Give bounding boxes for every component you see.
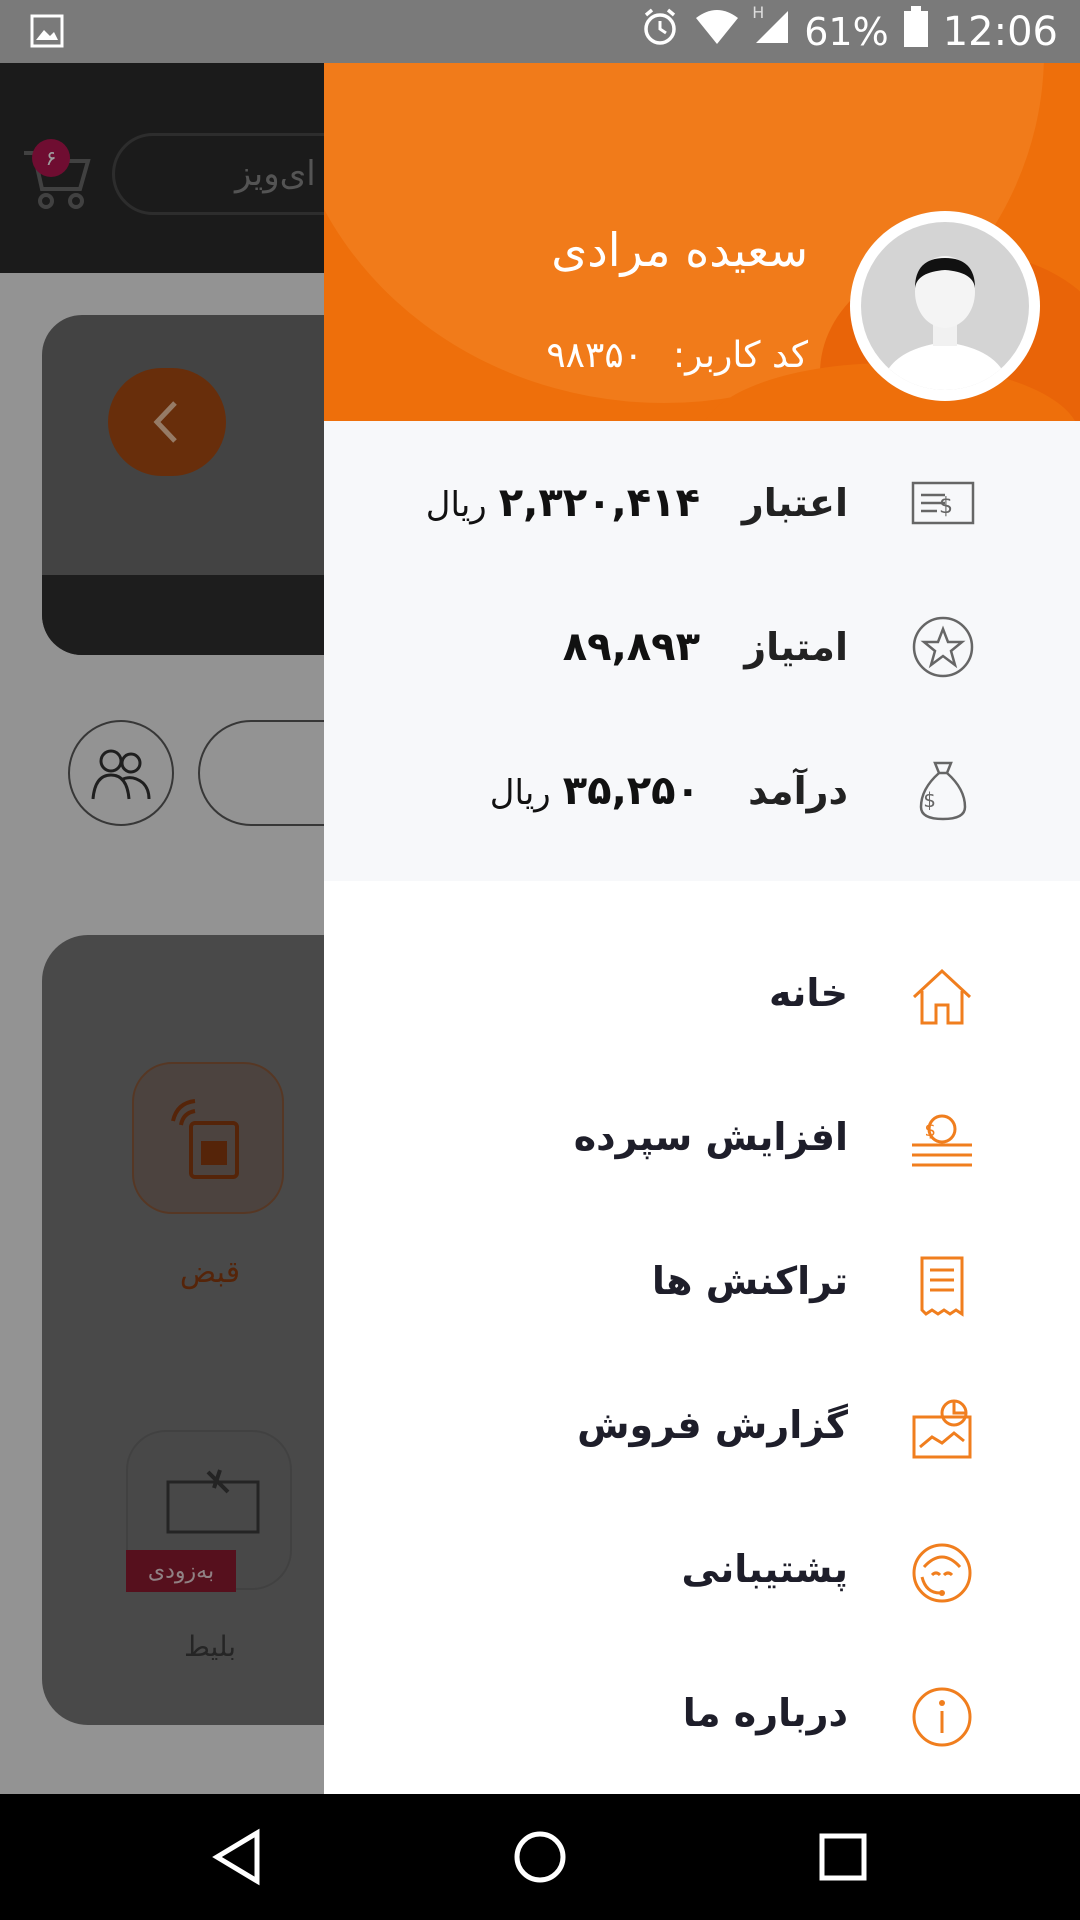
svg-text:$: $ xyxy=(939,494,953,519)
user-name: سعیده مرادی xyxy=(551,223,808,277)
user-code: کد کاربر: ۹۸۳۵۰ xyxy=(546,335,808,376)
wifi-icon xyxy=(694,8,740,55)
clock: 12:06 xyxy=(942,8,1058,55)
drawer-scrim[interactable] xyxy=(0,63,324,1794)
menu-item-sales-report-label: گزارش فروش xyxy=(577,1403,848,1447)
status-bar: H 61% 12:06 xyxy=(0,0,1080,63)
stat-credit[interactable]: $ اعتبار ۲,۳۲۰,۴۱۴ریال xyxy=(324,431,1080,575)
user-code-label: کد کاربر: xyxy=(673,335,808,376)
gallery-notification-icon xyxy=(30,14,64,52)
menu-item-home-label: خانه xyxy=(769,971,848,1015)
stat-credit-label: اعتبار xyxy=(741,481,848,525)
cheque-icon: $ xyxy=(910,470,976,536)
sales-report-icon xyxy=(908,1395,976,1463)
home-button-icon[interactable] xyxy=(505,1822,575,1892)
menu-item-home[interactable]: خانه xyxy=(324,925,1080,1069)
menu-item-sales-report[interactable]: گزارش فروش xyxy=(324,1357,1080,1501)
money-bag-icon: $ xyxy=(910,758,976,824)
stat-points[interactable]: امتیاز ۸۹,۸۹۳ xyxy=(324,575,1080,719)
menu-item-support-label: پشتیبانی xyxy=(681,1547,848,1591)
menu-item-transactions-label: تراکنش ها xyxy=(651,1259,848,1303)
menu-item-about-label: درباره ما xyxy=(682,1691,848,1735)
stat-credit-value: ۲,۳۲۰,۴۱۴ریال xyxy=(425,480,700,526)
menu-item-deposit-label: افزایش سپرده xyxy=(573,1115,848,1159)
menu-item-transactions[interactable]: تراکنش ها xyxy=(324,1213,1080,1357)
avatar[interactable] xyxy=(850,211,1040,401)
alarm-icon xyxy=(640,7,680,56)
stat-points-value: ۸۹,۸۹۳ xyxy=(562,624,700,670)
menu-item-deposit[interactable]: $ افزایش سپرده xyxy=(324,1069,1080,1213)
svg-text:$: $ xyxy=(923,788,936,812)
stat-income-value: ۳۵,۲۵۰ریال xyxy=(489,768,700,814)
system-nav-bar xyxy=(0,1794,1080,1920)
wallet-stats: $ اعتبار ۲,۳۲۰,۴۱۴ریال امتیاز ۸۹,۸۹۳ $ د… xyxy=(324,421,1080,881)
info-icon xyxy=(908,1683,976,1751)
navigation-drawer: سعیده مرادی کد کاربر: ۹۸۳۵۰ $ اعتبار ۲,۳… xyxy=(324,63,1080,1794)
support-icon xyxy=(908,1539,976,1607)
user-avatar-icon xyxy=(861,222,1029,390)
home-icon xyxy=(908,963,976,1031)
star-icon xyxy=(910,614,976,680)
svg-text:$: $ xyxy=(925,1120,936,1141)
menu-item-support[interactable]: پشتیبانی xyxy=(324,1501,1080,1645)
stat-points-label: امتیاز xyxy=(744,625,848,669)
battery-icon xyxy=(903,6,929,57)
battery-percent: 61% xyxy=(804,9,889,54)
stat-income-label: درآمد xyxy=(748,769,848,813)
recents-icon[interactable] xyxy=(808,1822,878,1892)
menu-item-about[interactable]: درباره ما xyxy=(324,1645,1080,1789)
stat-income[interactable]: $ درآمد ۳۵,۲۵۰ریال xyxy=(324,719,1080,863)
user-code-value: ۹۸۳۵۰ xyxy=(546,335,644,376)
signal-icon: H xyxy=(752,3,790,54)
back-icon[interactable] xyxy=(202,1822,272,1892)
deposit-icon: $ xyxy=(908,1107,976,1175)
receipt-icon xyxy=(908,1251,976,1319)
